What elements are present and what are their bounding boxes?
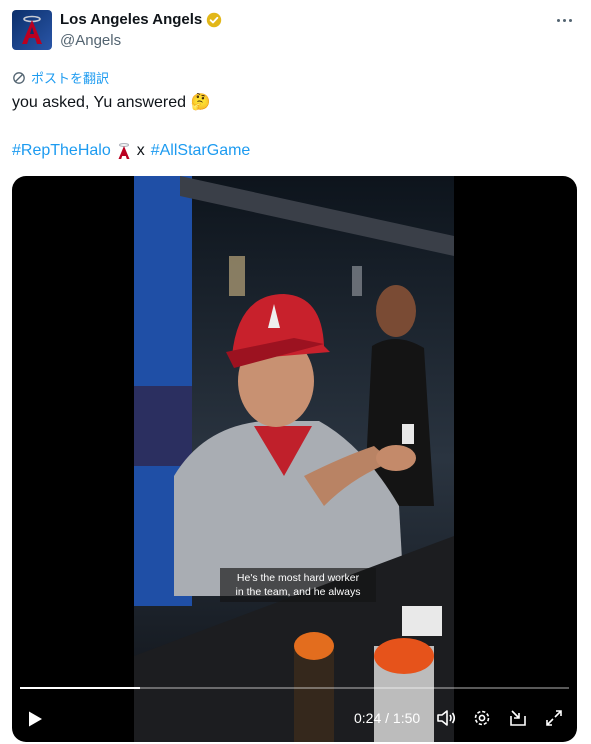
volume-button[interactable]: [434, 706, 458, 730]
video-frame: [134, 176, 454, 742]
video-still-image: [134, 176, 454, 742]
volume-icon: [437, 710, 456, 726]
translate-label: ポストを翻訳: [31, 71, 110, 86]
hashtag-line: #RepTheHalo x #AllStarGame: [12, 142, 250, 160]
video-time-display: 0:24 / 1:50: [354, 710, 421, 726]
hashtag-separator: x: [136, 142, 145, 159]
video-player[interactable]: He's the most hard worker in the team, a…: [12, 176, 577, 742]
verified-badge-icon: [207, 12, 222, 27]
caption-line-2: in the team, and he always: [235, 586, 361, 598]
more-options-icon[interactable]: [553, 10, 575, 30]
minimize-icon: [510, 710, 526, 726]
translate-icon: [13, 71, 25, 84]
account-name-row: Los Angeles Angels: [60, 11, 222, 28]
video-caption: He's the most hard worker in the team, a…: [220, 568, 376, 602]
tweet-text: you asked, Yu answered 🤔: [12, 92, 210, 112]
thinking-face-emoji: 🤔: [190, 94, 211, 111]
angels-halo-icon: [118, 143, 130, 159]
fullscreen-button[interactable]: [542, 706, 566, 730]
translate-post-link[interactable]: ポストを翻訳: [12, 68, 109, 87]
hashtag-all-star-game[interactable]: #AllStarGame: [151, 142, 251, 160]
fullscreen-icon: [546, 710, 562, 726]
tweet-body: you asked, Yu answered: [12, 94, 187, 111]
angels-logo-icon: [22, 15, 42, 44]
play-button[interactable]: [22, 706, 48, 732]
minimize-player-button[interactable]: [506, 706, 530, 730]
caption-line-1: He's the most hard worker: [236, 572, 360, 584]
angels-logo-avatar[interactable]: [12, 10, 52, 50]
account-handle[interactable]: @Angels: [60, 32, 121, 49]
settings-icon: [474, 710, 490, 726]
settings-button[interactable]: [470, 706, 494, 730]
video-progress-fill: [20, 687, 140, 689]
account-display-name[interactable]: Los Angeles Angels: [60, 11, 202, 28]
play-icon: [29, 711, 42, 727]
video-progress-bar[interactable]: [20, 687, 569, 689]
hashtag-rep-the-halo[interactable]: #RepTheHalo: [12, 142, 111, 160]
